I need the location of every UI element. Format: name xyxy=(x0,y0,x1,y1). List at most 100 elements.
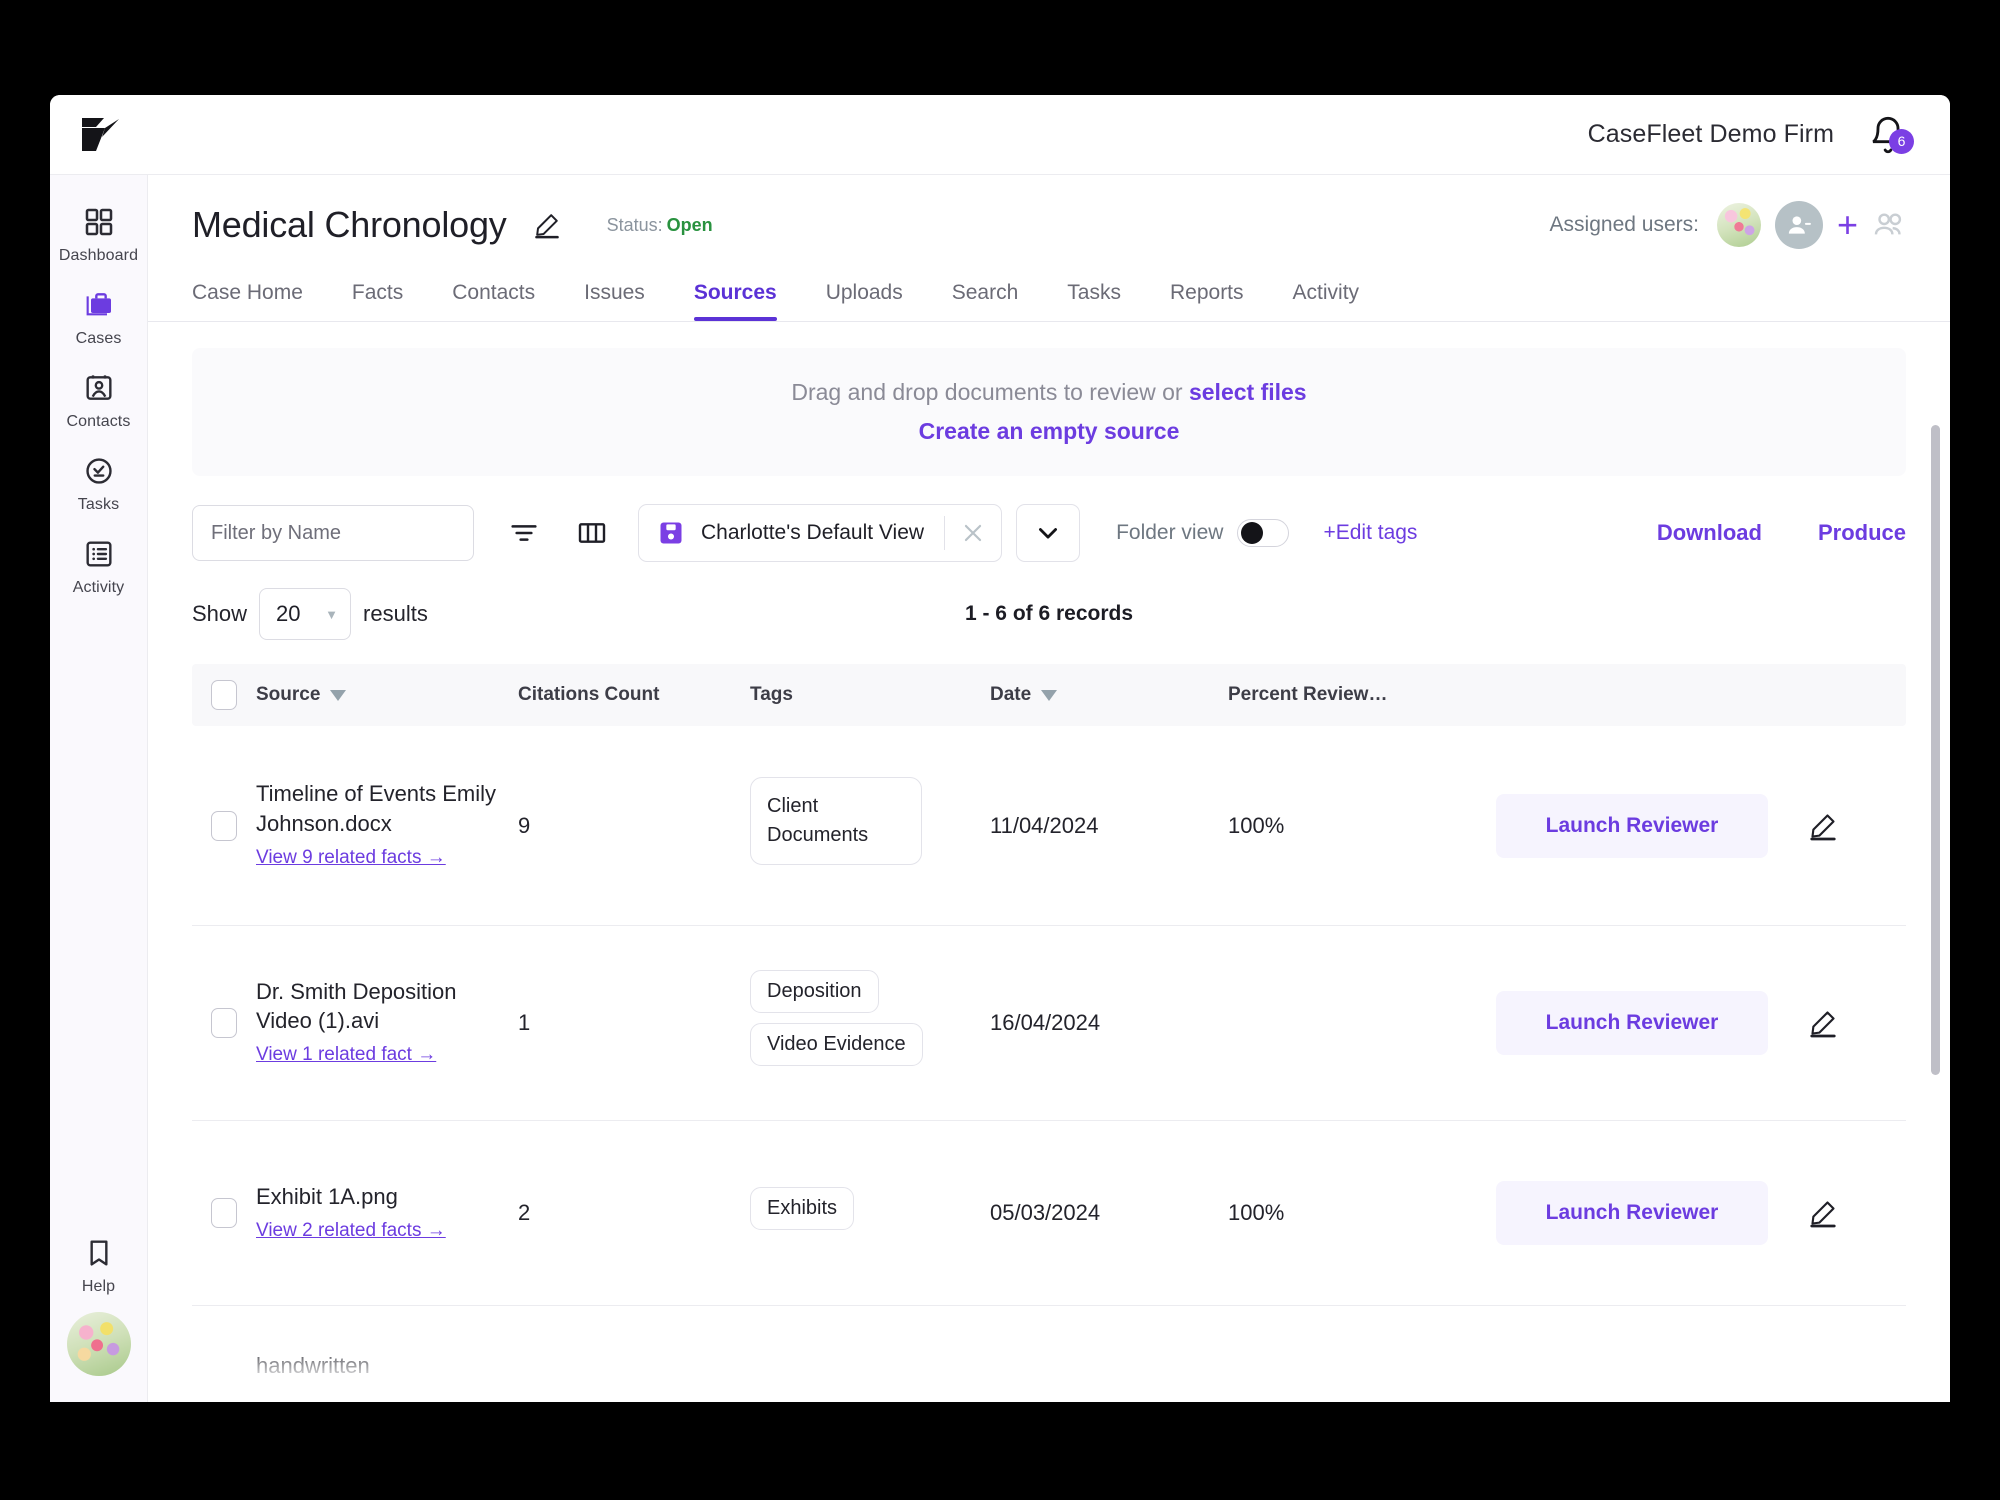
check-circle-icon xyxy=(83,455,115,487)
avatar[interactable] xyxy=(67,1312,131,1376)
columns-button[interactable] xyxy=(564,505,620,561)
download-button[interactable]: Download xyxy=(1657,520,1762,546)
related-facts-link[interactable]: View 1 related fact → xyxy=(256,1041,518,1069)
tab-issues[interactable]: Issues xyxy=(584,273,645,321)
people-icon[interactable] xyxy=(1872,208,1906,242)
app-logo[interactable] xyxy=(50,115,148,155)
filter-button[interactable] xyxy=(496,505,552,561)
tab-reports[interactable]: Reports xyxy=(1170,273,1244,321)
create-empty-source-link[interactable]: Create an empty source xyxy=(919,418,1180,445)
row-actions: Launch Reviewer xyxy=(1496,991,1906,1055)
saved-view-dropdown-button[interactable] xyxy=(1016,504,1080,562)
status-value: Open xyxy=(667,215,713,235)
sidebar-item-contacts[interactable]: Contacts xyxy=(50,359,148,442)
column-header-source[interactable]: Source xyxy=(256,684,518,706)
tab-contacts[interactable]: Contacts xyxy=(452,273,535,321)
sidebar-label-help: Help xyxy=(82,1278,115,1296)
close-x-icon xyxy=(960,520,986,546)
row-tags-cell: Client Documents xyxy=(750,777,990,875)
related-facts-link[interactable]: View 9 related facts → xyxy=(256,844,518,872)
row-select-cell xyxy=(192,1198,256,1228)
status-label: Status: xyxy=(607,215,663,235)
row-checkbox[interactable] xyxy=(211,1198,237,1228)
sidebar-item-help[interactable]: Help xyxy=(50,1224,148,1312)
select-files-link[interactable]: select files xyxy=(1189,379,1307,405)
table-row[interactable]: Timeline of Events Emily Johnson.docx Vi… xyxy=(192,726,1906,926)
pencil-icon[interactable] xyxy=(1808,1198,1838,1228)
select-all-checkbox[interactable] xyxy=(211,680,237,710)
row-checkbox[interactable] xyxy=(211,811,237,841)
pencil-icon[interactable] xyxy=(1808,811,1838,841)
sort-descending-icon[interactable] xyxy=(330,690,346,701)
table-row[interactable]: Dr. Smith Deposition Video (1).avi View … xyxy=(192,926,1906,1121)
sidebar-item-tasks[interactable]: Tasks xyxy=(50,442,148,525)
folder-view-toggle[interactable] xyxy=(1237,519,1289,547)
search-input[interactable] xyxy=(192,505,474,561)
table-row[interactable]: Exhibit 1A.png View 2 related facts → 2 … xyxy=(192,1121,1906,1306)
edit-tags-link[interactable]: +Edit tags xyxy=(1323,521,1417,545)
add-user-button[interactable]: + xyxy=(1837,207,1858,243)
top-bar: CaseFleet Demo Firm 6 xyxy=(50,95,1950,175)
user-minus-icon xyxy=(1786,212,1812,238)
assigned-users: Assigned users: + xyxy=(1550,201,1906,249)
assigned-user-avatar[interactable] xyxy=(1717,203,1761,247)
launch-reviewer-button[interactable]: Launch Reviewer xyxy=(1496,991,1768,1055)
sidebar-item-activity[interactable]: Activity xyxy=(50,525,148,608)
sources-table: Source Citations Count Tags Date xyxy=(192,664,1906,1402)
assigned-users-label: Assigned users: xyxy=(1550,213,1699,237)
columns-icon xyxy=(576,517,608,549)
pencil-icon[interactable] xyxy=(533,211,561,239)
tag-chip[interactable]: Deposition xyxy=(750,970,879,1013)
sidebar-label-cases: Cases xyxy=(76,330,122,348)
tab-activity[interactable]: Activity xyxy=(1293,273,1360,321)
row-source-cell: Timeline of Events Emily Johnson.docx Vi… xyxy=(256,779,518,871)
assigned-user-placeholder[interactable] xyxy=(1775,201,1823,249)
column-header-citations[interactable]: Citations Count xyxy=(518,684,750,706)
row-actions: Launch Reviewer xyxy=(1496,794,1906,858)
notification-badge: 6 xyxy=(1889,129,1914,154)
dropzone-instruction: Drag and drop documents to review or xyxy=(791,379,1182,405)
tag-chip[interactable]: Exhibits xyxy=(750,1187,854,1230)
firm-name: CaseFleet Demo Firm xyxy=(1588,120,1834,149)
column-header-tags[interactable]: Tags xyxy=(750,684,990,706)
sidebar: Dashboard Cases Contacts xyxy=(50,175,148,1402)
status-badge: Status:Open xyxy=(607,215,713,236)
folder-view-label: Folder view xyxy=(1116,521,1223,545)
tag-chip[interactable]: Video Evidence xyxy=(750,1023,923,1066)
tab-uploads[interactable]: Uploads xyxy=(826,273,903,321)
save-disk-icon xyxy=(657,519,685,547)
percent-reviewed: 100% xyxy=(1228,813,1496,839)
pencil-icon[interactable] xyxy=(1808,1008,1838,1038)
tab-tasks[interactable]: Tasks xyxy=(1067,273,1121,321)
row-source-cell: Exhibit 1A.png View 2 related facts → xyxy=(256,1182,518,1245)
launch-reviewer-button[interactable]: Launch Reviewer xyxy=(1496,794,1768,858)
notifications-button[interactable]: 6 xyxy=(1868,115,1908,155)
sidebar-item-dashboard[interactable]: Dashboard xyxy=(50,193,148,276)
grid-icon xyxy=(83,206,115,238)
briefcase-icon xyxy=(83,289,115,321)
column-label-source: Source xyxy=(256,684,320,706)
vertical-scrollbar[interactable] xyxy=(1931,425,1940,1075)
tab-sources[interactable]: Sources xyxy=(694,273,777,321)
percent-reviewed: 100% xyxy=(1228,1200,1496,1226)
row-checkbox[interactable] xyxy=(211,1008,237,1038)
tag-chip[interactable]: Client Documents xyxy=(750,777,922,865)
tab-case-home[interactable]: Case Home xyxy=(192,273,303,321)
pagination-row: Show 20 ▼ results 1 - 6 of 6 records xyxy=(192,588,1906,640)
produce-button[interactable]: Produce xyxy=(1818,520,1906,546)
clear-saved-view-button[interactable] xyxy=(945,520,1001,546)
related-facts-link[interactable]: View 2 related facts → xyxy=(256,1217,518,1245)
list-icon xyxy=(83,538,115,570)
column-header-percent-reviewed[interactable]: Percent Review… xyxy=(1228,684,1496,706)
saved-view-chip[interactable]: Charlotte's Default View xyxy=(638,504,1002,562)
launch-reviewer-button[interactable]: Launch Reviewer xyxy=(1496,1181,1768,1245)
table-row[interactable]: handwritten xyxy=(192,1306,1906,1402)
sidebar-item-cases[interactable]: Cases xyxy=(50,276,148,359)
sort-descending-icon[interactable] xyxy=(1041,690,1057,701)
sidebar-label-contacts: Contacts xyxy=(67,413,131,431)
tab-search[interactable]: Search xyxy=(952,273,1019,321)
tab-facts[interactable]: Facts xyxy=(352,273,403,321)
column-header-date[interactable]: Date xyxy=(990,684,1228,706)
column-label-percent-reviewed: Percent Review… xyxy=(1228,684,1387,706)
file-dropzone[interactable]: Drag and drop documents to review or sel… xyxy=(192,348,1906,476)
